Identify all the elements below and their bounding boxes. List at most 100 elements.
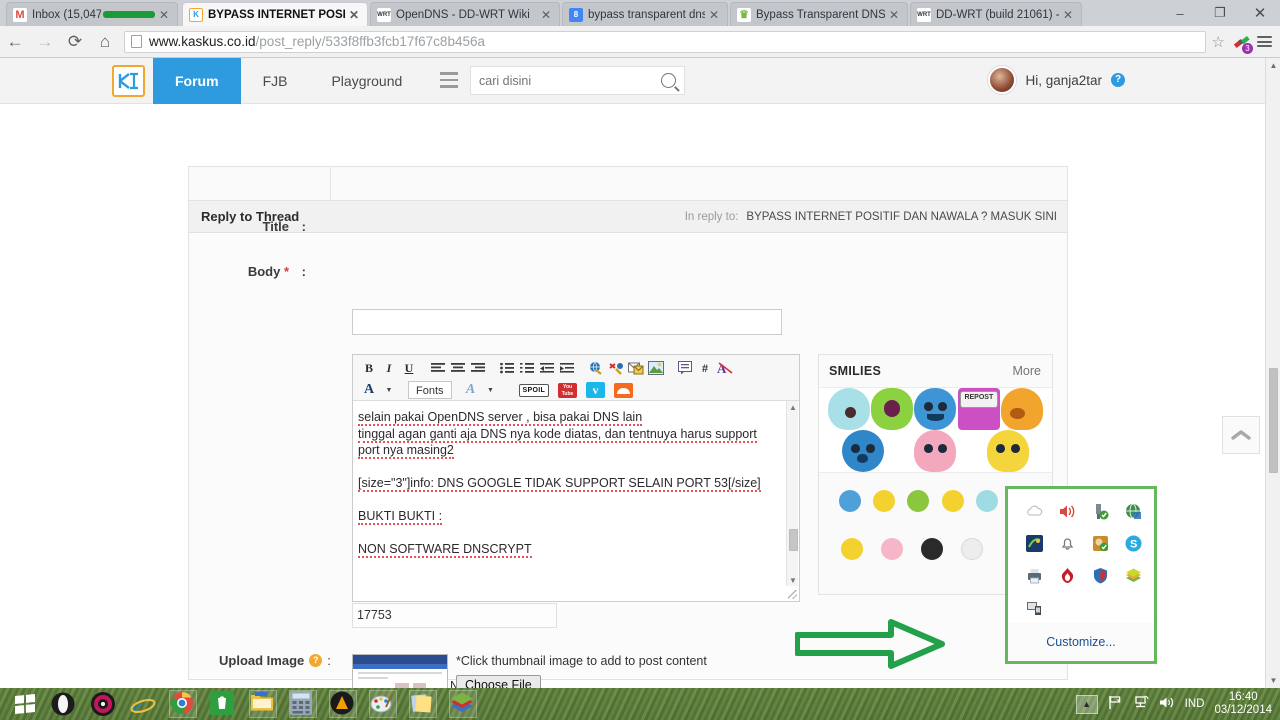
skype-icon[interactable]: S (1125, 535, 1142, 552)
emote-yellow-swipe[interactable] (841, 538, 863, 560)
align-right-icon[interactable] (468, 358, 488, 378)
back-button[interactable]: ← (0, 27, 30, 57)
page-scrollbar[interactable]: ▲ ▼ (1265, 58, 1280, 688)
home-button[interactable]: ⌂ (90, 27, 120, 57)
bullet-list-icon[interactable] (497, 358, 517, 378)
books-taskbar-icon[interactable] (449, 690, 477, 718)
spoiler-text-icon[interactable]: A (715, 358, 735, 378)
nav-item-forum[interactable]: Forum (153, 58, 241, 111)
editor-scrollbar-thumb[interactable] (789, 529, 798, 551)
kaskus-logo-icon[interactable] (112, 65, 145, 97)
network-globe-icon[interactable] (1125, 503, 1142, 520)
tab-close-icon[interactable]: ✕ (541, 9, 553, 21)
forward-button[interactable]: → (30, 27, 60, 57)
emote-green-monster[interactable] (907, 490, 930, 512)
smiley-green-shout[interactable] (871, 388, 914, 430)
tab-close-icon[interactable]: ✕ (159, 9, 171, 21)
volume-icon[interactable] (1159, 695, 1175, 713)
unlink-icon[interactable] (606, 358, 626, 378)
align-left-icon[interactable] (428, 358, 448, 378)
browser-tab-5[interactable]: WRT DD-WRT (build 21061) - D ✕ (910, 2, 1082, 26)
file-explorer-taskbar-icon[interactable] (249, 690, 277, 718)
site-search[interactable] (470, 66, 685, 95)
emote-yellow-plain[interactable] (941, 490, 964, 512)
smiley-repost[interactable]: REPOST (957, 388, 1000, 430)
google-chrome-taskbar-icon[interactable] (169, 690, 197, 718)
media-player-taskbar-icon[interactable] (90, 691, 116, 717)
upload-help-icon[interactable]: ? (309, 654, 323, 667)
reload-button[interactable]: ⟳ (60, 27, 90, 57)
youtube-icon[interactable]: You Tube (558, 382, 578, 398)
page-scroll-down-icon[interactable]: ▼ (1266, 673, 1280, 688)
sticky-notes-taskbar-icon[interactable] (409, 690, 437, 718)
italic-icon[interactable]: I (379, 358, 399, 378)
smiley-sleepy-blue[interactable] (827, 388, 870, 430)
search-input[interactable] (479, 73, 661, 88)
image-icon[interactable] (646, 358, 666, 378)
emote-yellow-chat[interactable] (873, 490, 896, 512)
smiley-blue-grin[interactable] (914, 388, 957, 430)
windows-store-taskbar-icon[interactable] (210, 691, 236, 717)
onedrive-cloud-icon[interactable] (1026, 503, 1043, 520)
code-icon[interactable]: # (695, 358, 715, 378)
bookmark-star-icon[interactable]: ☆ (1212, 33, 1225, 51)
editor-resize-handle[interactable] (788, 590, 797, 599)
underline-icon[interactable]: U (399, 358, 419, 378)
window-close-button[interactable]: ✕ (1240, 0, 1280, 26)
nvidia-settings-icon[interactable] (1026, 535, 1043, 552)
address-bar[interactable]: www.kaskus.co.id /post_reply/533f8ffb3fc… (124, 30, 1206, 53)
remote-desktop-icon[interactable] (1026, 599, 1043, 616)
calculator-taskbar-icon[interactable] (289, 690, 317, 718)
scroll-up-arrow-icon[interactable]: ▲ (787, 401, 799, 413)
quote-icon[interactable] (675, 358, 695, 378)
internet-explorer-taskbar-icon[interactable]: e (130, 691, 156, 717)
security-shield-icon[interactable] (1092, 567, 1109, 584)
link-icon[interactable] (586, 358, 606, 378)
chrome-menu-icon[interactable] (1257, 36, 1272, 47)
browser-tab-4[interactable]: ♛ Bypass Transparent DNS p ✕ (730, 2, 908, 26)
fonts-button[interactable]: Fonts (408, 381, 452, 399)
show-hidden-icons-button[interactable]: ▲ (1075, 694, 1098, 714)
antivirus-shield-icon[interactable] (1092, 535, 1109, 552)
scroll-down-arrow-icon[interactable]: ▼ (787, 574, 799, 586)
vimeo-icon[interactable]: v (586, 382, 606, 398)
help-badge-icon[interactable]: ? (1111, 73, 1125, 87)
browser-tab-3[interactable]: 8 bypass transparent dns pr ✕ (562, 2, 728, 26)
emote-blue-sleep[interactable] (839, 490, 862, 512)
category-list-icon[interactable] (440, 72, 458, 88)
smilies-more-link[interactable]: More (1013, 364, 1041, 378)
paint-taskbar-icon[interactable] (369, 690, 397, 718)
nav-item-playground[interactable]: Playground (309, 58, 424, 104)
upload-thumbnail[interactable]: ⇨ (352, 654, 448, 688)
books-stack-icon[interactable] (1125, 567, 1142, 584)
language-indicator[interactable]: IND (1185, 698, 1205, 710)
font-color-caret-icon[interactable]: ▼ (379, 380, 399, 400)
bold-icon[interactable]: B (359, 358, 379, 378)
emote-mask-alarm[interactable] (975, 490, 998, 512)
extension-icon[interactable]: 3 (1232, 33, 1253, 54)
tab-close-icon[interactable]: ✕ (1063, 9, 1075, 21)
body-textarea[interactable]: selain pakai OpenDNS server , bisa pakai… (354, 401, 784, 586)
usb-safely-remove-icon[interactable] (1092, 503, 1109, 520)
font-color-icon[interactable]: A (359, 380, 379, 400)
notification-bell-icon[interactable] (1059, 535, 1076, 552)
volume-speaker-icon[interactable] (1059, 503, 1076, 520)
taskbar-clock[interactable]: 16:40 03/12/2014 (1214, 691, 1272, 717)
email-icon[interactable] (626, 358, 646, 378)
start-button[interactable] (4, 690, 46, 718)
emote-pink-blob[interactable] (881, 538, 903, 560)
browser-tab-2[interactable]: WRT OpenDNS - DD-WRT Wiki ✕ (370, 2, 560, 26)
soundcloud-icon[interactable] (614, 382, 634, 398)
emote-clown[interactable] (961, 538, 983, 560)
user-menu[interactable]: Hi, ganja2tar ? (988, 66, 1125, 94)
spoil-icon[interactable]: SPOIL (518, 383, 550, 397)
tab-close-icon[interactable]: ✕ (889, 9, 901, 21)
outdent-icon[interactable] (537, 358, 557, 378)
browser-tab-0[interactable]: M Inbox (15,047) - ✕ (6, 2, 178, 26)
title-input[interactable] (352, 309, 782, 335)
align-center-icon[interactable] (448, 358, 468, 378)
window-maximize-button[interactable]: ❐ (1200, 0, 1240, 26)
nav-item-fjb[interactable]: FJB (241, 58, 310, 104)
avira-taskbar-icon[interactable] (329, 690, 357, 718)
opera-taskbar-icon[interactable] (50, 691, 76, 717)
